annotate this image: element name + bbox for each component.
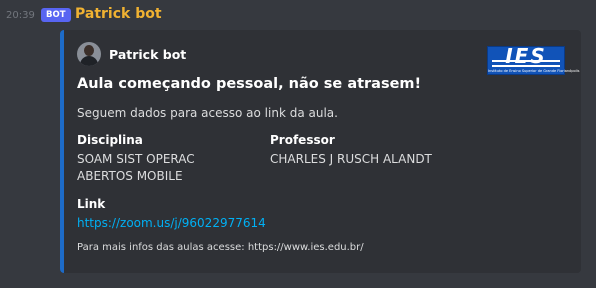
logo-subtext: Instituto de Ensino Superior de Grande F… bbox=[488, 69, 580, 73]
field-professor: Professor CHARLES J RUSCH ALANDT bbox=[270, 132, 432, 168]
embed-author-name: Patrick bot bbox=[109, 46, 187, 62]
embed-title: Aula começando pessoal, não se atrasem! bbox=[77, 76, 422, 92]
field-value-disciplina-line1: SOAM SIST OPERAC bbox=[77, 152, 195, 166]
chat-message: 20:39 BOT Patrick bot Patrick bot IES In… bbox=[0, 0, 596, 288]
embed-footer: Para mais infos das aulas acesse: https:… bbox=[77, 242, 364, 253]
field-name-disciplina: Disciplina bbox=[77, 133, 143, 147]
field-name-link: Link bbox=[77, 197, 106, 211]
message-username[interactable]: Patrick bot bbox=[75, 5, 162, 23]
field-name-professor: Professor bbox=[270, 133, 335, 147]
bot-tag-badge: BOT bbox=[41, 8, 71, 22]
field-value-disciplina: SOAM SIST OPERAC ABERTOS MOBILE bbox=[77, 151, 195, 185]
field-value-professor: CHARLES J RUSCH ALANDT bbox=[270, 152, 432, 166]
zoom-link[interactable]: https://zoom.us/j/96022977614 bbox=[77, 215, 266, 232]
field-link: Link https://zoom.us/j/96022977614 bbox=[77, 196, 266, 232]
embed-accent-bar bbox=[60, 30, 64, 273]
embed-author: Patrick bot bbox=[77, 42, 186, 66]
message-embed: Patrick bot IES Instituto de Ensino Supe… bbox=[60, 30, 581, 273]
embed-thumbnail-logo[interactable]: IES Instituto de Ensino Superior de Gran… bbox=[487, 44, 580, 75]
field-disciplina: Disciplina SOAM SIST OPERAC ABERTOS MOBI… bbox=[77, 132, 195, 185]
logo-text: IES bbox=[505, 44, 547, 68]
embed-description: Seguem dados para acesso ao link da aula… bbox=[77, 106, 338, 120]
field-value-disciplina-line2: ABERTOS MOBILE bbox=[77, 169, 183, 183]
author-avatar[interactable] bbox=[77, 42, 101, 66]
message-timestamp: 20:39 bbox=[6, 10, 35, 21]
